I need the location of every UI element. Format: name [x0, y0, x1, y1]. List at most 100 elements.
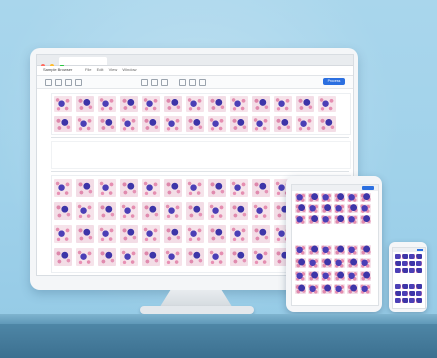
thumbnail-grid-icon[interactable]	[98, 202, 116, 220]
thumbnail-grid-icon[interactable]	[76, 225, 94, 243]
thumbnail-grid-icon[interactable]	[98, 116, 116, 132]
thumbnail-grid-icon[interactable]	[208, 202, 226, 220]
thumbnail-grid-icon[interactable]	[308, 284, 319, 294]
tool-icon[interactable]	[179, 79, 186, 86]
thumbnail-grid-icon[interactable]	[142, 96, 160, 112]
thumbnail-grid-icon[interactable]	[54, 225, 72, 243]
thumbnail-grid-icon[interactable]	[334, 271, 345, 281]
thumbnail-grid-icon[interactable]	[76, 202, 94, 220]
thumbnail-grid-icon[interactable]	[416, 268, 422, 273]
thumbnail-grid-icon[interactable]	[402, 291, 408, 296]
thumbnail-grid-icon[interactable]	[98, 179, 116, 197]
thumbnail-grid-icon[interactable]	[347, 204, 358, 213]
thumbnail-grid-icon[interactable]	[416, 284, 422, 289]
thumbnail-grid-icon[interactable]	[347, 271, 358, 281]
thumbnail-grid-icon[interactable]	[334, 258, 345, 268]
menu-item-window[interactable]: Window	[122, 67, 136, 72]
thumbnail-grid-icon[interactable]	[416, 291, 422, 296]
thumbnail-grid-icon[interactable]	[230, 248, 248, 266]
thumbnail-grid-icon[interactable]	[252, 96, 270, 112]
thumbnail-grid-icon[interactable]	[334, 284, 345, 294]
tool-icon[interactable]	[141, 79, 148, 86]
thumbnail-grid-icon[interactable]	[142, 179, 160, 197]
thumbnail-grid-icon[interactable]	[395, 254, 401, 259]
thumbnail-grid-icon[interactable]	[295, 245, 306, 255]
thumbnail-grid-icon[interactable]	[409, 284, 415, 289]
tool-icon[interactable]	[161, 79, 168, 86]
thumbnail-grid-icon[interactable]	[295, 271, 306, 281]
thumbnail-grid-icon[interactable]	[142, 248, 160, 266]
thumbnail-grid-icon[interactable]	[318, 116, 336, 132]
thumbnail-grid-icon[interactable]	[409, 298, 415, 303]
thumbnail-grid-icon[interactable]	[164, 202, 182, 220]
thumbnail-grid-icon[interactable]	[120, 179, 138, 197]
thumbnail-grid-icon[interactable]	[321, 271, 332, 281]
thumbnail-grid-icon[interactable]	[395, 261, 401, 266]
thumbnail-grid-icon[interactable]	[321, 284, 332, 294]
thumbnail-grid-icon[interactable]	[120, 96, 138, 112]
browser-tab[interactable]	[59, 57, 107, 65]
thumbnail-grid-icon[interactable]	[120, 225, 138, 243]
thumbnail-grid-icon[interactable]	[142, 225, 160, 243]
tablet-process-button[interactable]	[362, 186, 374, 190]
thumbnail-grid-icon[interactable]	[98, 96, 116, 112]
thumbnail-grid-icon[interactable]	[186, 179, 204, 197]
tool-icon[interactable]	[45, 79, 52, 86]
thumbnail-grid-icon[interactable]	[402, 254, 408, 259]
thumbnail-grid-icon[interactable]	[308, 193, 319, 202]
thumbnail-grid-icon[interactable]	[360, 215, 371, 224]
thumbnail-grid-icon[interactable]	[416, 298, 422, 303]
thumbnail-grid-icon[interactable]	[76, 96, 94, 112]
thumbnail-grid-icon[interactable]	[54, 248, 72, 266]
thumbnail-grid-icon[interactable]	[208, 116, 226, 132]
thumbnail-grid-icon[interactable]	[347, 245, 358, 255]
thumbnail-grid-icon[interactable]	[186, 116, 204, 132]
thumbnail-grid-icon[interactable]	[54, 202, 72, 220]
thumbnail-grid-icon[interactable]	[321, 193, 332, 202]
thumbnail-grid-icon[interactable]	[230, 116, 248, 132]
thumbnail-grid-icon[interactable]	[416, 261, 422, 266]
thumbnail-grid-icon[interactable]	[295, 284, 306, 294]
thumbnail-grid-icon[interactable]	[321, 258, 332, 268]
thumbnail-grid-icon[interactable]	[334, 204, 345, 213]
thumbnail-grid-icon[interactable]	[360, 193, 371, 202]
thumbnail-grid-icon[interactable]	[360, 258, 371, 268]
thumbnail-grid-icon[interactable]	[230, 179, 248, 197]
thumbnail-grid-icon[interactable]	[120, 202, 138, 220]
thumbnail-grid-icon[interactable]	[230, 96, 248, 112]
thumbnail-grid-icon[interactable]	[295, 215, 306, 224]
thumbnail-grid-icon[interactable]	[142, 202, 160, 220]
thumbnail-grid-icon[interactable]	[274, 116, 292, 132]
menu-item-view[interactable]: View	[109, 67, 118, 72]
thumbnail-grid-icon[interactable]	[230, 202, 248, 220]
phone-process-button[interactable]	[417, 249, 423, 251]
thumbnail-grid-icon[interactable]	[308, 204, 319, 213]
thumbnail-grid-icon[interactable]	[296, 96, 314, 112]
thumbnail-grid-icon[interactable]	[274, 96, 292, 112]
thumbnail-grid-icon[interactable]	[164, 96, 182, 112]
thumbnail-grid-icon[interactable]	[208, 179, 226, 197]
thumbnail-grid-icon[interactable]	[308, 271, 319, 281]
thumbnail-grid-icon[interactable]	[360, 284, 371, 294]
thumbnail-grid-icon[interactable]	[54, 116, 72, 132]
thumbnail-grid-icon[interactable]	[208, 248, 226, 266]
thumbnail-grid-icon[interactable]	[98, 225, 116, 243]
thumbnail-grid-icon[interactable]	[252, 248, 270, 266]
thumbnail-grid-icon[interactable]	[360, 204, 371, 213]
thumbnail-grid-icon[interactable]	[252, 225, 270, 243]
thumbnail-grid-icon[interactable]	[347, 215, 358, 224]
thumbnail-grid-icon[interactable]	[347, 284, 358, 294]
thumbnail-grid-icon[interactable]	[360, 245, 371, 255]
thumbnail-grid-icon[interactable]	[402, 298, 408, 303]
thumbnail-grid-icon[interactable]	[402, 284, 408, 289]
thumbnail-grid-icon[interactable]	[295, 258, 306, 268]
thumbnail-grid-icon[interactable]	[321, 204, 332, 213]
tool-icon[interactable]	[189, 79, 196, 86]
thumbnail-grid-icon[interactable]	[295, 193, 306, 202]
thumbnail-grid-icon[interactable]	[164, 116, 182, 132]
thumbnail-grid-icon[interactable]	[347, 193, 358, 202]
menu-item-file[interactable]: File	[85, 67, 91, 72]
thumbnail-grid-icon[interactable]	[120, 116, 138, 132]
thumbnail-grid-icon[interactable]	[120, 248, 138, 266]
thumbnail-grid-icon[interactable]	[395, 298, 401, 303]
